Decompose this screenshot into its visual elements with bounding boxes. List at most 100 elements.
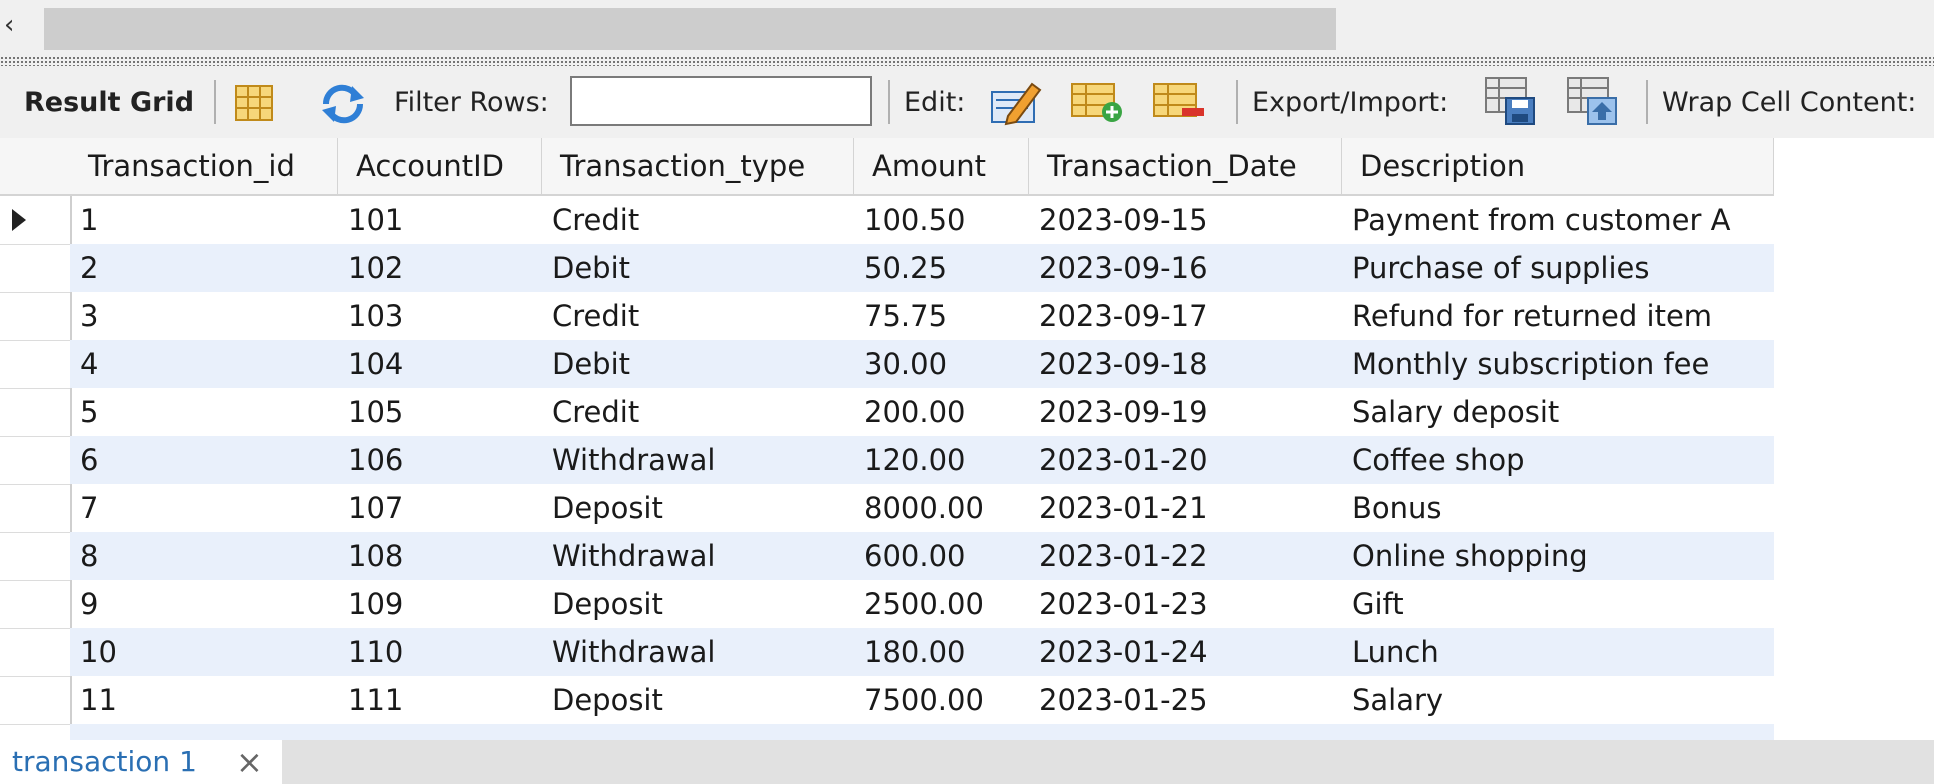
- cell-account-id[interactable]: 101: [338, 196, 542, 244]
- cell-amount[interactable]: 30.00: [854, 340, 1029, 388]
- cell-description[interactable]: Online shopping: [1342, 532, 1774, 580]
- cell-description[interactable]: Gift: [1342, 580, 1774, 628]
- cell-transaction-id[interactable]: 5: [70, 388, 338, 436]
- cell-account-id[interactable]: 106: [338, 436, 542, 484]
- cell-amount[interactable]: 8000.00: [854, 484, 1029, 532]
- cell-account-id[interactable]: 107: [338, 484, 542, 532]
- cell-transaction-type[interactable]: Credit: [542, 196, 854, 244]
- scroll-left-arrow[interactable]: ‹: [4, 10, 14, 40]
- cell-transaction-date[interactable]: 2023-01-22: [1029, 532, 1342, 580]
- export-icon[interactable]: [1484, 76, 1540, 126]
- table-row[interactable]: 5 105 Credit 200.00 2023-09-19 Salary deposit: [70, 388, 1774, 436]
- cell-transaction-date[interactable]: 2023-09-15: [1029, 196, 1342, 244]
- cell-description[interactable]: Refund for returned item: [1342, 292, 1774, 340]
- close-tab-icon[interactable]: ×: [236, 740, 263, 784]
- table-row[interactable]: 9 109 Deposit 2500.00 2023-01-23 Gift: [70, 580, 1774, 628]
- cell-description[interactable]: Coffee shop: [1342, 436, 1774, 484]
- tab-transaction-1[interactable]: transaction 1 ×: [0, 740, 282, 784]
- cell-account-id[interactable]: 108: [338, 532, 542, 580]
- cell-transaction-type[interactable]: Debit: [542, 244, 854, 292]
- column-header-transaction-id[interactable]: Transaction_id: [70, 138, 338, 194]
- cell-transaction-date[interactable]: 2023-09-19: [1029, 388, 1342, 436]
- cell-amount[interactable]: 50.25: [854, 244, 1029, 292]
- cell-transaction-id[interactable]: 1: [70, 196, 338, 244]
- cell-amount[interactable]: 2500.00: [854, 580, 1029, 628]
- scrollbar-thumb[interactable]: [44, 8, 1336, 50]
- cell-account-id[interactable]: 110: [338, 628, 542, 676]
- table-row[interactable]: 4 104 Debit 30.00 2023-09-18 Monthly subscrip…: [70, 340, 1774, 388]
- cell-transaction-id[interactable]: 10: [70, 628, 338, 676]
- table-row[interactable]: 8 108 Withdrawal 600.00 2023-01-22 Online sho…: [70, 532, 1774, 580]
- cell-description[interactable]: Purchase of supplies: [1342, 244, 1774, 292]
- table-row[interactable]: 3 103 Credit 75.75 2023-09-17 Refund for retu…: [70, 292, 1774, 340]
- cell-account-id[interactable]: 103: [338, 292, 542, 340]
- cell-transaction-id[interactable]: 2: [70, 244, 338, 292]
- cell-transaction-id[interactable]: 6: [70, 436, 338, 484]
- column-header-transaction-date[interactable]: Transaction_Date: [1029, 138, 1342, 194]
- cell-amount[interactable]: 200.00: [854, 388, 1029, 436]
- cell-amount[interactable]: 180.00: [854, 628, 1029, 676]
- cell-transaction-type[interactable]: Credit: [542, 292, 854, 340]
- cell-transaction-id[interactable]: 11: [70, 676, 338, 724]
- table-row[interactable]: 7 107 Deposit 8000.00 2023-01-21 Bonus: [70, 484, 1774, 532]
- cell-transaction-date[interactable]: 2023-01-24: [1029, 628, 1342, 676]
- cell-transaction-id[interactable]: 8: [70, 532, 338, 580]
- cell-account-id[interactable]: 102: [338, 244, 542, 292]
- cell-transaction-date[interactable]: 2023-01-20: [1029, 436, 1342, 484]
- cell-amount[interactable]: 7500.00: [854, 676, 1029, 724]
- cell-description[interactable]: Bonus: [1342, 484, 1774, 532]
- table-row[interactable]: 2 102 Debit 50.25 2023-09-16 Purchase of supp…: [70, 244, 1774, 292]
- cell-transaction-type[interactable]: Deposit: [542, 484, 854, 532]
- edit-pencil-icon[interactable]: [988, 78, 1046, 126]
- cell-amount[interactable]: 75.75: [854, 292, 1029, 340]
- table-row[interactable]: 10 110 Withdrawal 180.00 2023-01-24 Lunch: [70, 628, 1774, 676]
- import-icon[interactable]: [1566, 76, 1622, 126]
- horizontal-scrollbar[interactable]: ‹: [0, 0, 1934, 56]
- column-header-description[interactable]: Description: [1342, 138, 1774, 194]
- cell-transaction-date[interactable]: 2023-01-23: [1029, 580, 1342, 628]
- cell-amount[interactable]: 600.00: [854, 532, 1029, 580]
- result-grid-label[interactable]: Result Grid: [24, 66, 194, 138]
- cell-description[interactable]: Payment from customer A: [1342, 196, 1774, 244]
- refresh-icon[interactable]: [318, 82, 368, 124]
- cell-description[interactable]: Salary: [1342, 676, 1774, 724]
- cell-transaction-type[interactable]: Credit: [542, 388, 854, 436]
- cell-amount[interactable]: 100.50: [854, 196, 1029, 244]
- cell-description[interactable]: Lunch: [1342, 628, 1774, 676]
- cell-account-id[interactable]: 104: [338, 340, 542, 388]
- table-row[interactable]: 11 111 Deposit 7500.00 2023-01-25 Salary: [70, 676, 1774, 724]
- cell-transaction-id[interactable]: 7: [70, 484, 338, 532]
- cell-transaction-date[interactable]: 2023-01-25: [1029, 676, 1342, 724]
- cell-transaction-type[interactable]: Debit: [542, 340, 854, 388]
- column-header-transaction-type[interactable]: Transaction_type: [542, 138, 854, 194]
- column-header-account-id[interactable]: AccountID: [338, 138, 542, 194]
- cell-transaction-date[interactable]: 2023-09-17: [1029, 292, 1342, 340]
- cell-transaction-type[interactable]: Deposit: [542, 580, 854, 628]
- add-row-icon[interactable]: [1070, 80, 1126, 124]
- cell-transaction-id[interactable]: 3: [70, 292, 338, 340]
- cell-transaction-date[interactable]: 2023-01-21: [1029, 484, 1342, 532]
- row-header-column[interactable]: [0, 138, 72, 740]
- cell-transaction-id[interactable]: 4: [70, 340, 338, 388]
- cell-account-id[interactable]: 111: [338, 676, 542, 724]
- table-row[interactable]: 6 106 Withdrawal 120.00 2023-01-20 Coffee sho…: [70, 436, 1774, 484]
- delete-row-icon[interactable]: [1152, 80, 1208, 124]
- cell-description[interactable]: Salary deposit: [1342, 388, 1774, 436]
- panel-splitter[interactable]: [0, 56, 1934, 66]
- cell-transaction-id[interactable]: 9: [70, 580, 338, 628]
- cell-transaction-type[interactable]: Withdrawal: [542, 436, 854, 484]
- cell-transaction-type[interactable]: Withdrawal: [542, 628, 854, 676]
- cell-account-id[interactable]: 109: [338, 580, 542, 628]
- cell-account-id[interactable]: 105: [338, 388, 542, 436]
- table-row[interactable]: [70, 724, 1774, 740]
- filter-rows-input[interactable]: [570, 76, 872, 126]
- cell-amount[interactable]: 120.00: [854, 436, 1029, 484]
- cell-transaction-type[interactable]: Withdrawal: [542, 532, 854, 580]
- cell-transaction-date[interactable]: 2023-09-18: [1029, 340, 1342, 388]
- column-header-amount[interactable]: Amount: [854, 138, 1029, 194]
- table-row[interactable]: 1 101 Credit 100.50 2023-09-15 Payment from c…: [70, 196, 1774, 244]
- grid-layout-icon[interactable]: [234, 84, 274, 122]
- cell-transaction-date[interactable]: 2023-09-16: [1029, 244, 1342, 292]
- cell-transaction-type[interactable]: Deposit: [542, 676, 854, 724]
- cell-description[interactable]: Monthly subscription fee: [1342, 340, 1774, 388]
